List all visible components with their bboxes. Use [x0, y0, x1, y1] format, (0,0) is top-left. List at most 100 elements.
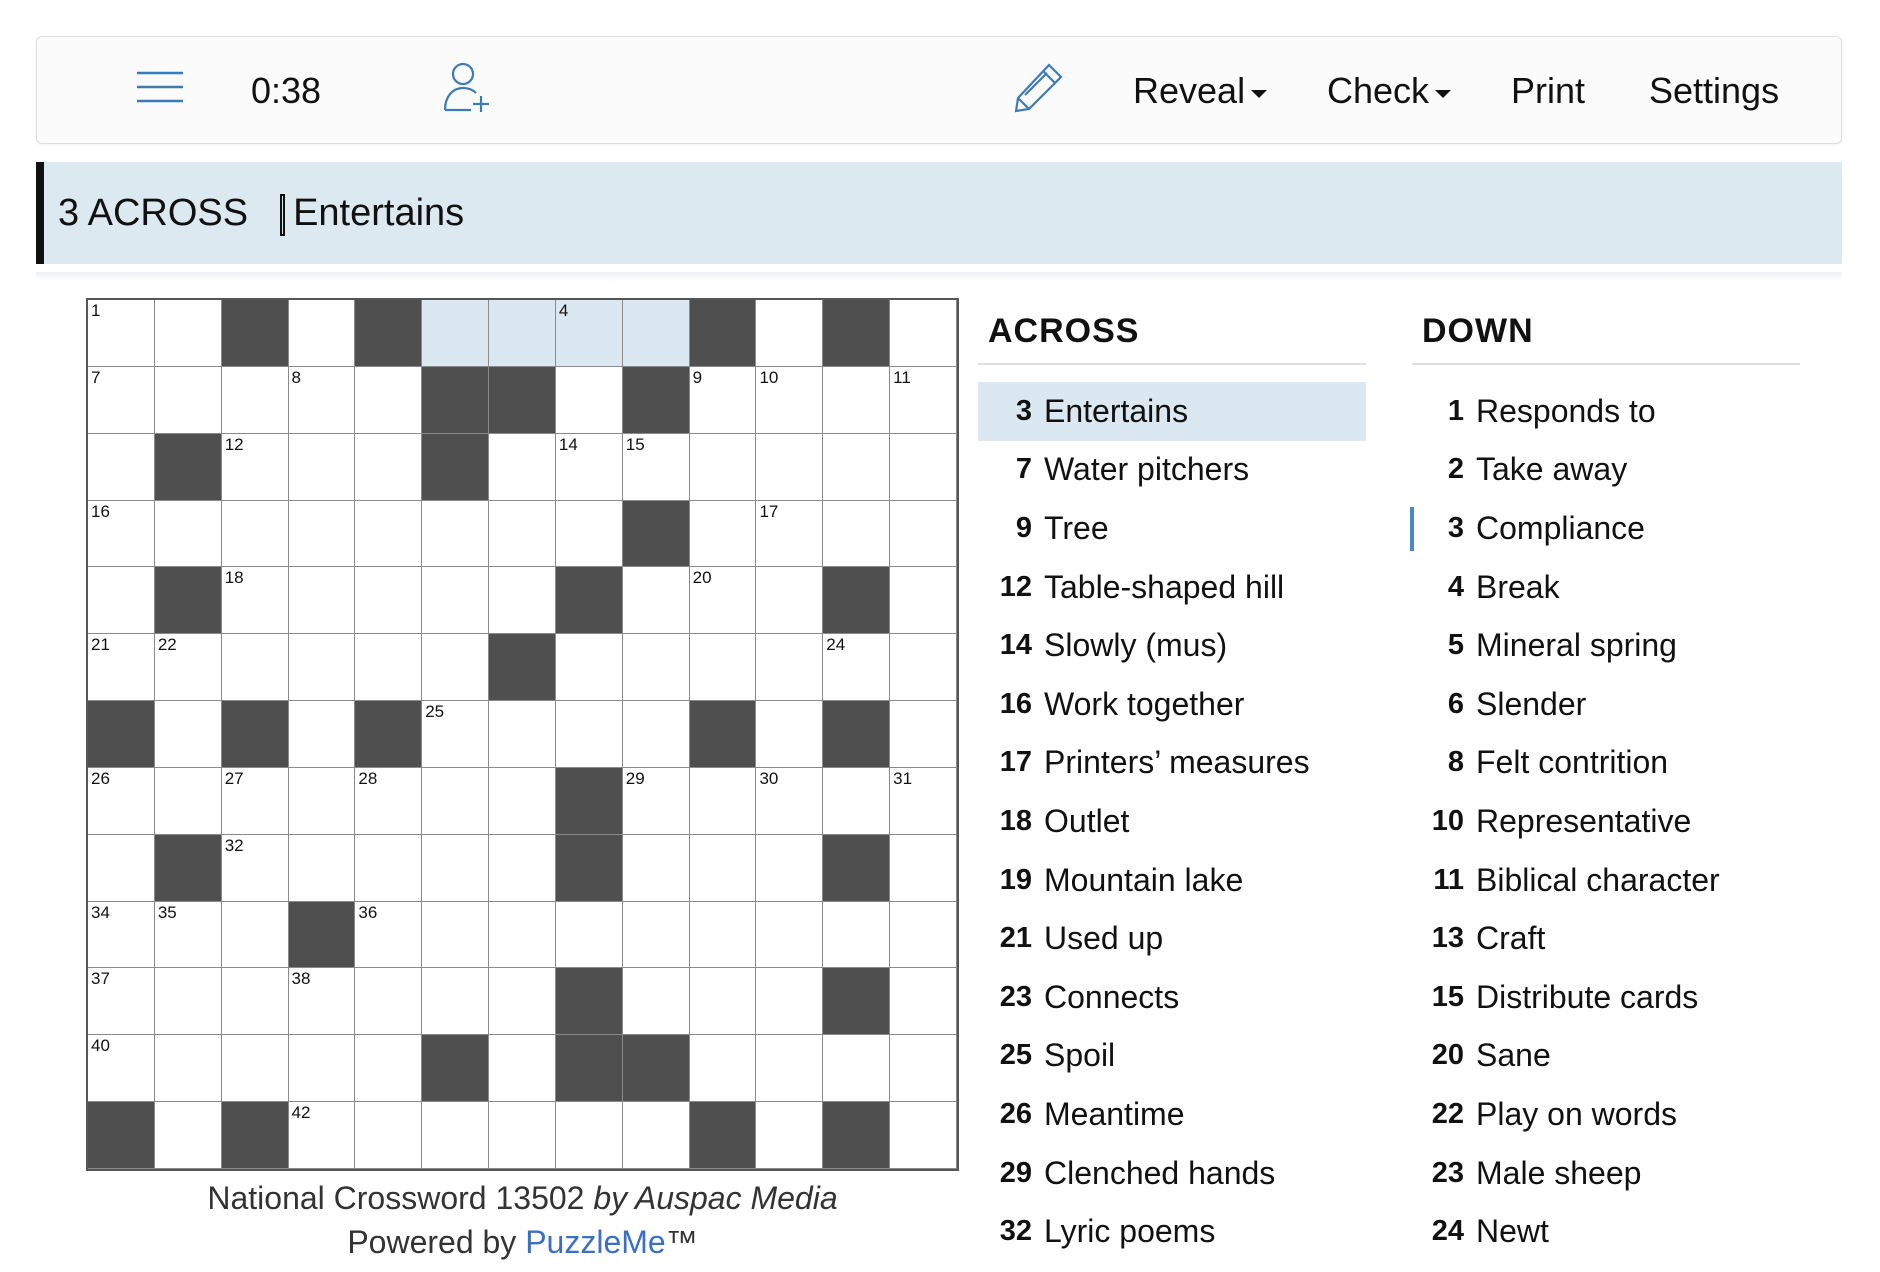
crossword-grid[interactable]: 1 4 7 8 9 10 11 12 14 15 16 17 18 20 21 22 24 25 26 27 28 29 3…	[86, 298, 959, 1171]
across-clue[interactable]: 3 Entertains	[978, 382, 1366, 441]
grid-cell[interactable]	[288, 634, 356, 702]
grid-cell[interactable]	[890, 300, 957, 367]
grid-cell[interactable]	[890, 634, 957, 702]
grid-cell[interactable]: 20	[689, 567, 757, 635]
across-clue[interactable]: 23 Connects	[978, 968, 1366, 1027]
grid-cell[interactable]	[422, 767, 490, 835]
grid-cell[interactable]	[756, 901, 824, 969]
across-clue[interactable]: 9 Tree	[978, 499, 1366, 558]
grid-cell[interactable]	[422, 300, 490, 367]
down-clue[interactable]: 13 Craft	[1410, 909, 1800, 968]
grid-cell[interactable]	[288, 701, 356, 768]
across-clue[interactable]: 16 Work together	[978, 675, 1366, 734]
grid-cell[interactable]	[555, 901, 623, 969]
grid-cell[interactable]	[221, 968, 289, 1036]
grid-cell[interactable]: 12	[221, 433, 289, 501]
grid-cell[interactable]	[288, 433, 356, 501]
grid-cell[interactable]	[489, 901, 556, 969]
grid-cell[interactable]	[823, 500, 891, 568]
grid-cell[interactable]	[489, 1035, 556, 1103]
grid-cell[interactable]	[890, 433, 957, 501]
across-clue[interactable]: 18 Outlet	[978, 792, 1366, 851]
grid-cell[interactable]	[154, 767, 222, 835]
grid-cell[interactable]	[622, 834, 690, 902]
grid-cell[interactable]	[756, 968, 824, 1036]
grid-cell[interactable]	[355, 433, 423, 501]
grid-cell[interactable]	[890, 968, 957, 1036]
across-clue[interactable]: 7 Water pitchers	[978, 441, 1366, 500]
grid-cell[interactable]	[890, 1035, 957, 1103]
down-clue[interactable]: 23 Male sheep	[1410, 1144, 1800, 1203]
grid-cell[interactable]	[489, 767, 556, 835]
grid-cell[interactable]	[489, 300, 556, 367]
grid-cell[interactable]	[756, 433, 824, 501]
grid-cell[interactable]	[890, 1102, 957, 1169]
grid-cell[interactable]	[555, 701, 623, 768]
grid-cell[interactable]: 4	[555, 300, 623, 367]
grid-cell[interactable]	[555, 500, 623, 568]
down-clue[interactable]: 2 Take away	[1410, 441, 1800, 500]
grid-cell[interactable]: 17	[756, 500, 824, 568]
grid-cell[interactable]: 14	[555, 433, 623, 501]
grid-cell[interactable]: 32	[221, 834, 289, 902]
grid-cell[interactable]	[689, 968, 757, 1036]
grid-cell[interactable]	[489, 567, 556, 635]
grid-cell[interactable]	[890, 701, 957, 768]
grid-cell[interactable]	[489, 701, 556, 768]
grid-cell[interactable]: 42	[288, 1102, 356, 1169]
grid-cell[interactable]	[355, 366, 423, 434]
grid-cell[interactable]: 24	[823, 634, 891, 702]
grid-cell[interactable]: 11	[890, 366, 957, 434]
grid-cell[interactable]: 1	[88, 300, 155, 367]
grid-cell[interactable]	[88, 567, 155, 635]
grid-cell[interactable]	[890, 500, 957, 568]
grid-cell[interactable]	[689, 634, 757, 702]
down-clue[interactable]: 1 Responds to	[1410, 382, 1800, 441]
grid-cell[interactable]	[422, 834, 490, 902]
grid-cell[interactable]	[422, 500, 490, 568]
grid-cell[interactable]	[355, 634, 423, 702]
grid-cell[interactable]	[154, 300, 222, 367]
grid-cell[interactable]	[823, 433, 891, 501]
grid-cell[interactable]	[689, 767, 757, 835]
grid-cell[interactable]	[823, 366, 891, 434]
across-clue[interactable]: 29 Clenched hands	[978, 1144, 1366, 1203]
grid-cell[interactable]	[88, 433, 155, 501]
grid-cell[interactable]	[221, 500, 289, 568]
grid-cell[interactable]	[355, 1102, 423, 1169]
down-clue[interactable]: 15 Distribute cards	[1410, 968, 1800, 1027]
grid-cell[interactable]	[288, 500, 356, 568]
grid-cell[interactable]: 34	[88, 901, 155, 969]
down-clue[interactable]: 24 Newt	[1410, 1202, 1800, 1261]
grid-cell[interactable]	[622, 968, 690, 1036]
grid-cell[interactable]	[622, 701, 690, 768]
grid-cell[interactable]	[689, 901, 757, 969]
grid-cell[interactable]	[221, 901, 289, 969]
grid-cell[interactable]	[622, 1102, 690, 1169]
grid-cell[interactable]	[489, 500, 556, 568]
grid-cell[interactable]	[154, 968, 222, 1036]
puzzleme-link[interactable]: PuzzleMe	[525, 1224, 666, 1260]
grid-cell[interactable]	[288, 1035, 356, 1103]
across-clue[interactable]: 25 Spoil	[978, 1027, 1366, 1086]
grid-cell[interactable]	[489, 433, 556, 501]
grid-cell[interactable]	[422, 1102, 490, 1169]
grid-cell[interactable]	[288, 834, 356, 902]
grid-cell[interactable]: 22	[154, 634, 222, 702]
across-clue[interactable]: 19 Mountain lake	[978, 851, 1366, 910]
check-dropdown[interactable]: Check	[1327, 37, 1452, 145]
down-clue[interactable]: 22 Play on words	[1410, 1085, 1800, 1144]
down-clue[interactable]: 4 Break	[1410, 558, 1800, 617]
grid-cell[interactable]	[555, 1102, 623, 1169]
grid-cell[interactable]	[221, 634, 289, 702]
grid-cell[interactable]	[756, 701, 824, 768]
grid-cell[interactable]	[689, 1035, 757, 1103]
settings-button[interactable]: Settings	[1649, 37, 1779, 145]
pencil-mode-button[interactable]	[1013, 37, 1083, 145]
down-clue[interactable]: 3 Compliance	[1410, 499, 1800, 558]
grid-cell[interactable]: 40	[88, 1035, 155, 1103]
grid-cell[interactable]	[622, 901, 690, 969]
grid-cell[interactable]: 8	[288, 366, 356, 434]
grid-cell[interactable]	[823, 1035, 891, 1103]
grid-cell[interactable]	[489, 834, 556, 902]
